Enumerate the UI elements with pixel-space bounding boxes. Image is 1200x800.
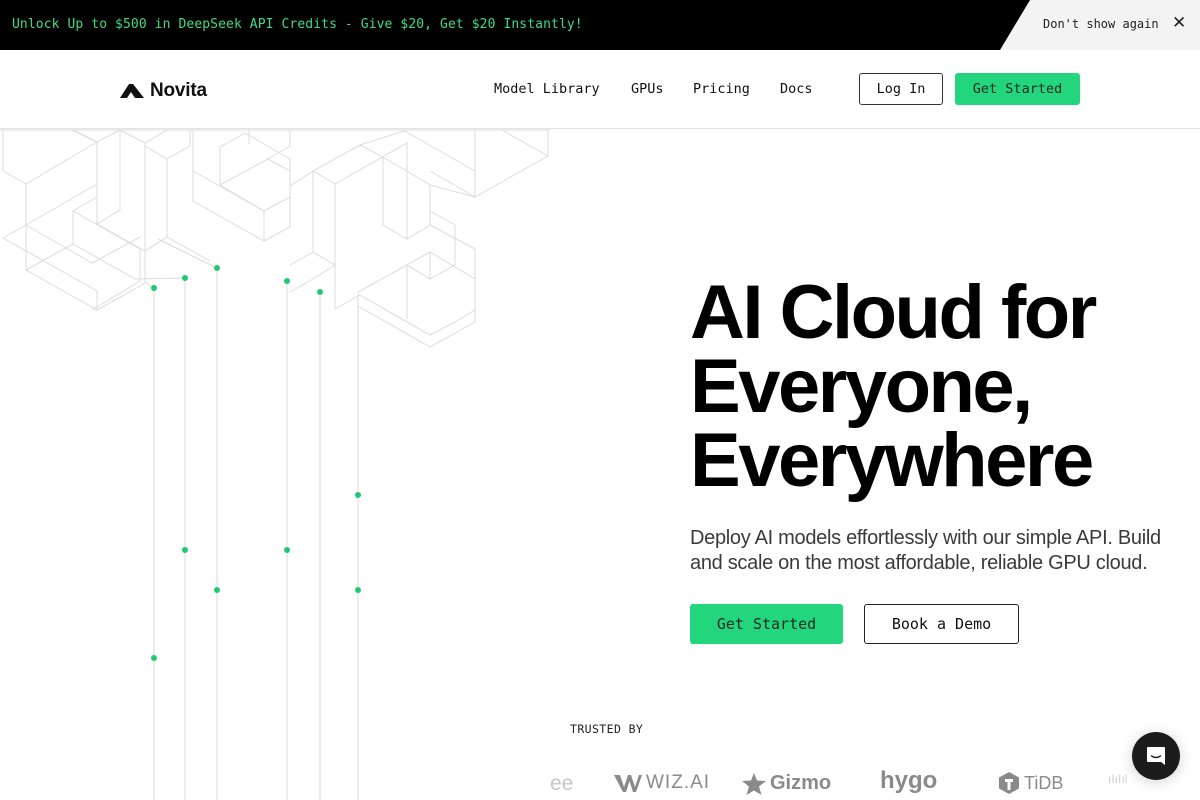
promo-banner: Unlock Up to $500 in DeepSeek API Credit…	[0, 0, 1200, 50]
circuit-node	[151, 655, 157, 661]
brand-logo[interactable]: Novita	[120, 80, 207, 102]
brand-name: Novita	[150, 80, 207, 101]
circuit-node	[284, 547, 290, 553]
nav-model-library[interactable]: Model Library	[494, 81, 600, 97]
nav-docs[interactable]: Docs	[780, 81, 813, 97]
hero-title-line-2: Everyone,	[690, 344, 1033, 429]
chat-launcher-button[interactable]	[1132, 732, 1180, 780]
login-button[interactable]: Log In	[859, 73, 943, 105]
partner-logo-text: hygo	[880, 767, 938, 794]
isometric-circuit-pattern	[0, 129, 550, 800]
hero-title: AI Cloud for Everyone, Everywhere	[690, 270, 1097, 503]
book-demo-button[interactable]: Book a Demo	[864, 604, 1019, 644]
trusted-by-label: TRUSTED BY	[570, 722, 644, 736]
dont-show-again-link[interactable]: Don't show again	[1043, 17, 1159, 31]
hero-title-line-1: AI Cloud for	[690, 270, 1097, 355]
header-get-started-button[interactable]: Get Started	[955, 73, 1080, 105]
site-header: Novita Model Library GPUs Pricing Docs L…	[0, 50, 1200, 129]
nav-pricing[interactable]: Pricing	[693, 81, 750, 97]
circuit-node	[317, 289, 323, 295]
partner-logo: ee	[550, 772, 573, 796]
partner-logo-text: ee	[550, 772, 574, 795]
partner-logo: ıIıIıl	[1108, 772, 1127, 786]
circuit-node	[355, 492, 361, 498]
partner-logo-tidb: TiDB	[998, 772, 1063, 794]
partner-logo-text: TiDB	[1024, 772, 1064, 793]
hero-get-started-button[interactable]: Get Started	[690, 604, 843, 644]
hero-subtitle: Deploy AI models effortlessly with our s…	[690, 527, 1161, 574]
close-icon[interactable]: ✕	[1172, 13, 1186, 33]
partner-logos: ee WIZ.AI Gizmo hygo TiDB ıIıIıl	[550, 767, 1150, 800]
partner-logo-wizai: WIZ.AI	[614, 772, 710, 794]
partner-logo-text: Gizmo	[770, 772, 832, 794]
circuit-node	[355, 587, 361, 593]
circuit-node	[182, 547, 188, 553]
tidb-logo-icon	[999, 772, 1019, 794]
wizai-logo-icon	[614, 775, 642, 792]
star-icon	[742, 772, 766, 795]
circuit-node	[284, 278, 290, 284]
circuit-node	[214, 265, 220, 271]
nav-gpus[interactable]: GPUs	[631, 81, 664, 97]
partner-logo-gizmo: Gizmo	[742, 772, 831, 795]
partner-logo-text: WIZ.AI	[646, 772, 711, 793]
chat-icon	[1147, 747, 1165, 765]
partner-logo-hygo: hygo	[880, 767, 937, 795]
novita-logo-icon	[120, 84, 144, 98]
promo-text[interactable]: Unlock Up to $500 in DeepSeek API Credit…	[12, 17, 583, 32]
circuit-node	[182, 275, 188, 281]
circuit-node	[214, 587, 220, 593]
circuit-node	[151, 285, 157, 291]
partner-logo-text: ıIıIıl	[1108, 772, 1128, 786]
hero-title-line-3: Everywhere	[690, 418, 1094, 503]
